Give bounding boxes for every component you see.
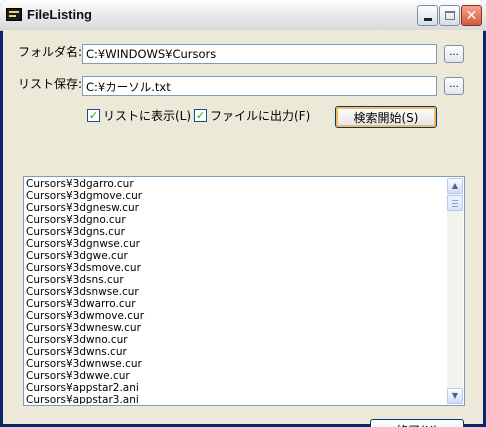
- minimize-icon: [423, 18, 432, 21]
- show-in-list-label: リストに表示(L): [103, 109, 192, 123]
- vertical-scrollbar[interactable]: ▲ ▼: [447, 178, 463, 404]
- list-item[interactable]: Cursors¥3dgns.cur: [25, 226, 446, 238]
- list-item[interactable]: Cursors¥3dgno.cur: [25, 214, 446, 226]
- maximize-icon: [444, 11, 455, 20]
- minimize-button[interactable]: [417, 5, 438, 26]
- window-title: FileListing: [27, 7, 92, 22]
- folder-browse-button[interactable]: ...: [444, 45, 464, 63]
- file-list-box[interactable]: Cursors¥3dgarro.cur Cursors¥3dgmove.cur Cu…: [23, 176, 465, 406]
- folder-input[interactable]: C:¥WINDOWS¥Cursors: [82, 44, 437, 64]
- list-item[interactable]: Cursors¥3dwno.cur: [25, 334, 446, 346]
- list-item[interactable]: Cursors¥3dsnwse.cur: [25, 286, 446, 298]
- list-save-browse-button[interactable]: ...: [444, 77, 464, 95]
- output-to-file-label: ファイルに出力(F): [210, 109, 311, 123]
- list-item[interactable]: Cursors¥3dgnesw.cur: [25, 202, 446, 214]
- list-item[interactable]: Cursors¥3dsmove.cur: [25, 262, 446, 274]
- list-save-label: リスト保存:: [18, 77, 83, 91]
- maximize-button[interactable]: [439, 5, 460, 26]
- output-to-file-checkbox[interactable]: ✓ ファイルに出力(F): [194, 107, 310, 124]
- list-item[interactable]: Cursors¥3dwnwse.cur: [25, 358, 446, 370]
- list-item[interactable]: Cursors¥3dgwe.cur: [25, 250, 446, 262]
- app-icon: [6, 8, 22, 21]
- list-item[interactable]: Cursors¥appstar2.ani: [25, 382, 446, 394]
- checkbox-check-icon: ✓: [194, 109, 207, 122]
- exit-button[interactable]: 終了(X): [370, 419, 464, 427]
- show-in-list-checkbox[interactable]: ✓ リストに表示(L): [87, 107, 191, 124]
- list-item[interactable]: Cursors¥3dwarro.cur: [25, 298, 446, 310]
- title-bar[interactable]: FileListing ✕: [0, 0, 486, 31]
- close-button[interactable]: ✕: [461, 5, 482, 26]
- dialog-body: フォルダ名: C:¥WINDOWS¥Cursors ... リスト保存: C:¥…: [3, 30, 483, 427]
- list-item[interactable]: Cursors¥3dgmove.cur: [25, 190, 446, 202]
- list-item[interactable]: Cursors¥3dwwe.cur: [25, 370, 446, 382]
- scroll-down-button[interactable]: ▼: [447, 388, 463, 404]
- search-start-button[interactable]: 検索開始(S): [335, 106, 437, 128]
- list-item[interactable]: Cursors¥3dwmove.cur: [25, 310, 446, 322]
- app-window: FileListing ✕ フォルダ名: C:¥WINDOWS¥Cursors …: [0, 0, 486, 427]
- list-item[interactable]: Cursors¥3dgarro.cur: [25, 178, 446, 190]
- list-item[interactable]: Cursors¥appstar3.ani: [25, 394, 446, 404]
- list-item[interactable]: Cursors¥3dwnesw.cur: [25, 322, 446, 334]
- list-item[interactable]: Cursors¥3dgnwse.cur: [25, 238, 446, 250]
- list-save-input[interactable]: C:¥カーソル.txt: [82, 76, 437, 96]
- folder-label: フォルダ名:: [18, 45, 83, 59]
- file-list[interactable]: Cursors¥3dgarro.cur Cursors¥3dgmove.cur Cu…: [25, 178, 446, 404]
- close-icon: ✕: [465, 7, 478, 24]
- scroll-thumb[interactable]: [447, 195, 463, 211]
- checkbox-check-icon: ✓: [87, 109, 100, 122]
- list-item[interactable]: Cursors¥3dsns.cur: [25, 274, 446, 286]
- scroll-up-button[interactable]: ▲: [447, 178, 463, 194]
- list-item[interactable]: Cursors¥3dwns.cur: [25, 346, 446, 358]
